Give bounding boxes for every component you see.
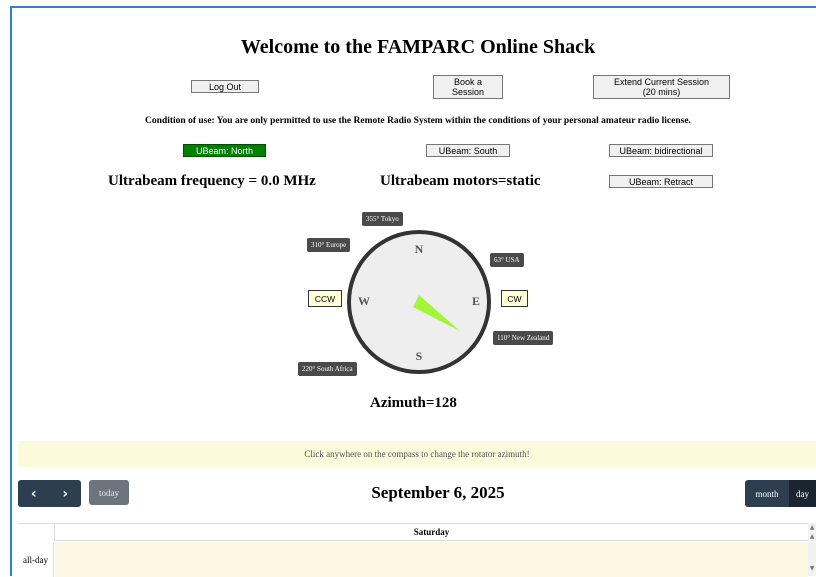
- book-session-label-2: Session: [451, 87, 485, 97]
- extend-session-label-2: (20 mins): [642, 87, 681, 97]
- compass-w: W: [358, 294, 370, 308]
- ubeam-retract-button[interactable]: UBeam: Retract: [609, 175, 713, 188]
- preset-europe[interactable]: 310° Europe: [307, 238, 351, 252]
- ultrabeam-frequency: Ultrabeam frequency = 0.0 MHz: [108, 173, 316, 189]
- preset-tokyo[interactable]: 355° Tokyo: [362, 212, 403, 226]
- logout-button[interactable]: Log Out: [191, 80, 259, 93]
- day-column-header: Saturday: [54, 524, 808, 541]
- extend-session-button[interactable]: Extend Current Session (20 mins): [593, 75, 730, 99]
- month-view-button[interactable]: month: [745, 480, 789, 507]
- calendar-view-switch: month day: [745, 480, 816, 507]
- ubeam-south-button[interactable]: UBeam: South: [426, 144, 510, 157]
- compass-n: N: [415, 242, 424, 256]
- scroll-up-icon-2[interactable]: ▲: [808, 533, 816, 540]
- cw-button[interactable]: CW: [501, 290, 528, 307]
- ultrabeam-motors-status: Ultrabeam motors=static: [380, 173, 541, 189]
- preset-south-africa[interactable]: 220° South Africa: [298, 362, 357, 376]
- compass-s: S: [416, 349, 423, 363]
- scroll-up-icon[interactable]: ▲: [808, 524, 816, 531]
- book-session-button[interactable]: Book a Session: [433, 75, 503, 99]
- ccw-button[interactable]: CCW: [308, 290, 342, 307]
- preset-usa[interactable]: 63° USA: [490, 253, 524, 267]
- azimuth-readout: Azimuth=128: [370, 395, 457, 411]
- condition-of-use-text: Condition of use: You are only permitted…: [145, 116, 691, 126]
- compass-hint: Click anywhere on the compass to change …: [18, 441, 816, 467]
- scroll-down-icon[interactable]: ▼: [808, 565, 816, 572]
- book-session-label-1: Book a: [453, 77, 483, 87]
- day-view-button[interactable]: day: [789, 480, 816, 507]
- page-title: Welcome to the FAMPARC Online Shack: [240, 36, 596, 58]
- extend-session-label-1: Extend Current Session: [613, 77, 710, 87]
- allday-label: all-day: [18, 542, 54, 577]
- ubeam-north-button[interactable]: UBeam: North: [183, 144, 266, 157]
- preset-new-zealand[interactable]: 110° New Zealand: [493, 331, 554, 345]
- ubeam-bidirectional-button[interactable]: UBeam: bidirectional: [609, 144, 713, 157]
- compass-e: E: [472, 294, 480, 308]
- calendar-scrollbar[interactable]: ▲ ▲ ▼: [808, 523, 816, 576]
- allday-cell[interactable]: [55, 542, 808, 577]
- calendar-grid: Saturday all-day: [18, 523, 808, 577]
- calendar-title: September 6, 2025: [371, 483, 505, 502]
- compass[interactable]: N E S W: [344, 227, 494, 377]
